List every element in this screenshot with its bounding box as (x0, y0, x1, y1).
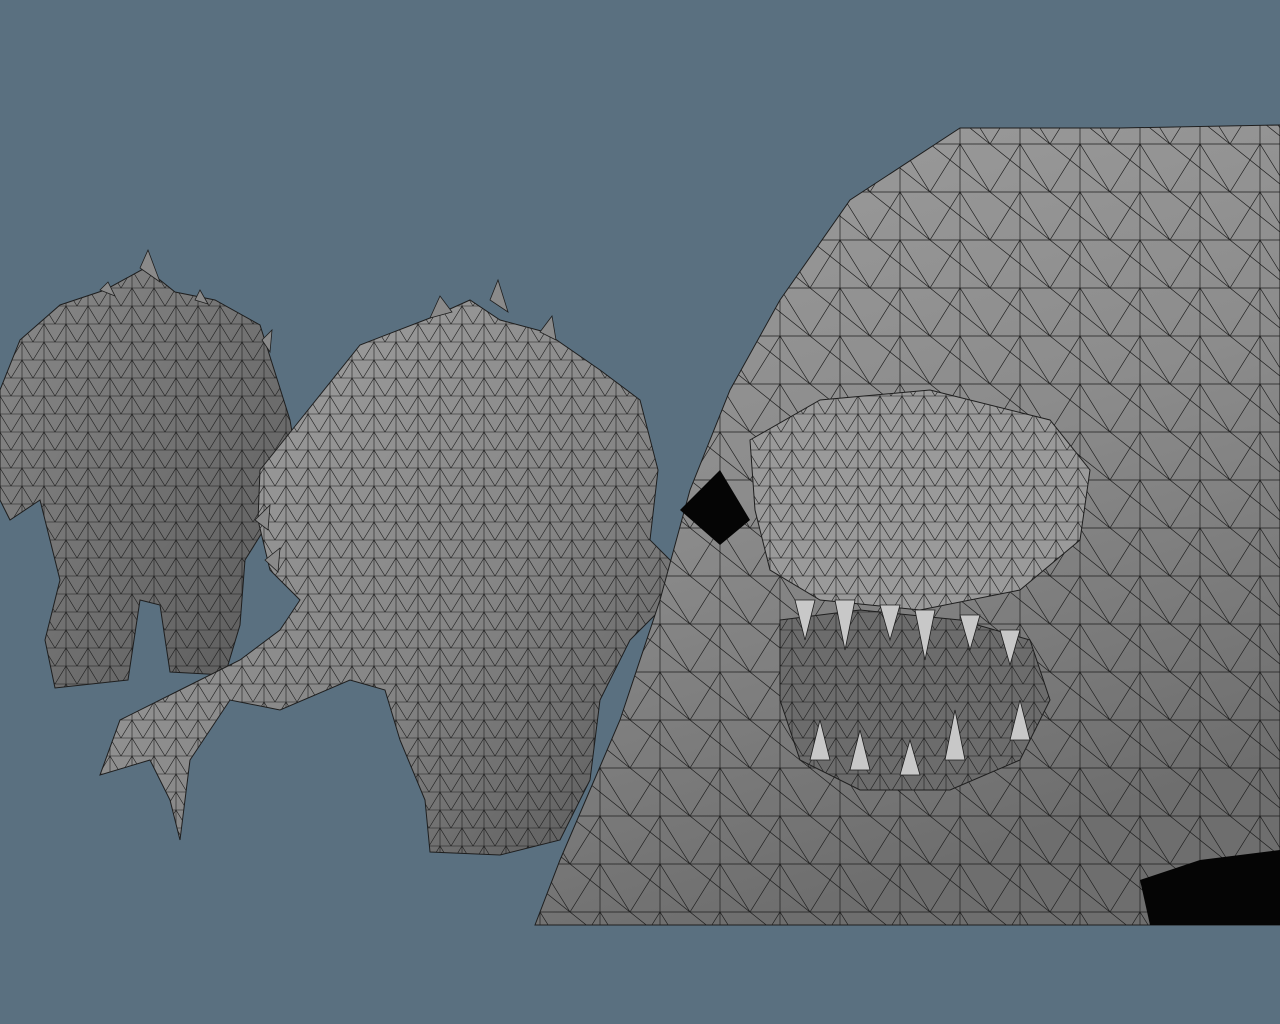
wireframe-render (0, 124, 1280, 926)
creature-back-view[interactable] (0, 248, 296, 689)
3d-viewport[interactable] (0, 0, 1280, 1024)
